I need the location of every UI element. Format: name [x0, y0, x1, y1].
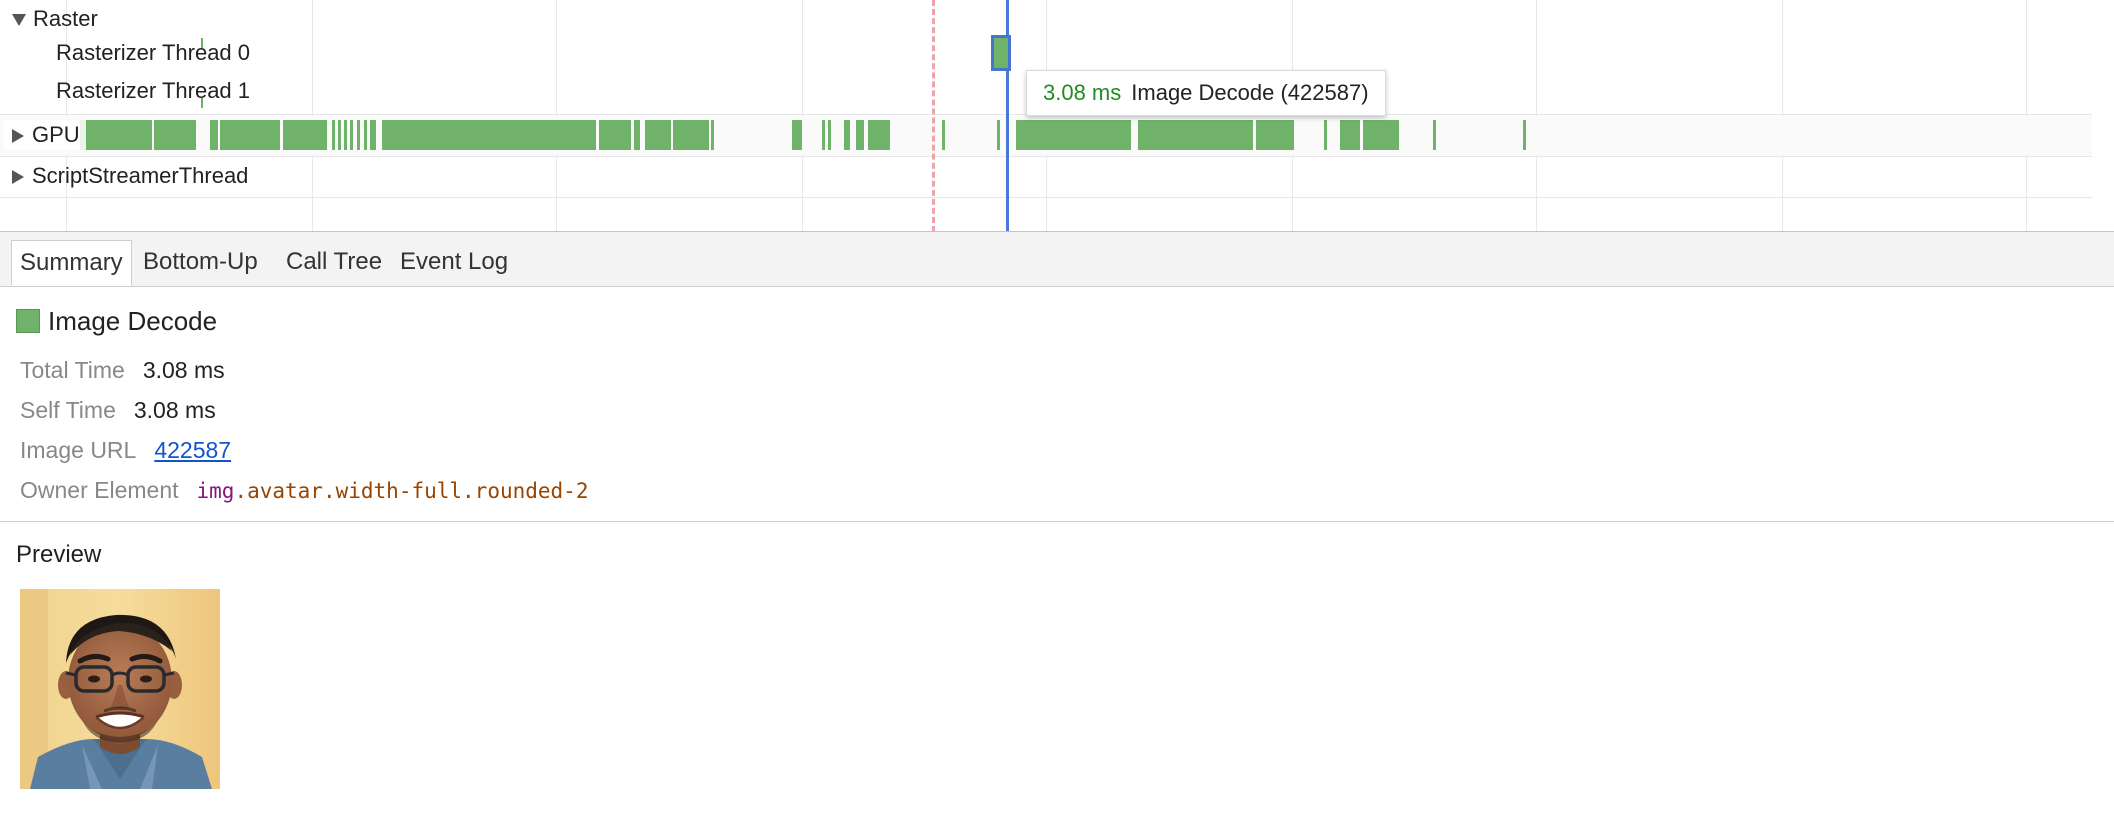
owner-element-row: Owner Element img.avatar.width-full.round… — [20, 476, 588, 505]
gpu-event[interactable] — [822, 120, 825, 150]
tab-call-tree[interactable]: Call Tree — [286, 240, 382, 286]
gpu-event[interactable] — [634, 120, 640, 150]
image-url-link[interactable]: 422587 — [154, 437, 231, 463]
gpu-event[interactable] — [844, 120, 850, 150]
track-rasterizer-thread-1[interactable]: Rasterizer Thread 1 — [56, 78, 250, 104]
gpu-event[interactable] — [856, 120, 864, 150]
track-separator — [0, 197, 2092, 198]
gpu-event[interactable] — [1324, 120, 1327, 150]
self-time-row: Self Time 3.08 ms — [20, 396, 216, 424]
gpu-event[interactable] — [828, 120, 831, 150]
gpu-event[interactable] — [364, 120, 367, 150]
gpu-event[interactable] — [673, 120, 709, 150]
track-separator — [0, 156, 2092, 157]
event-tooltip: 3.08 ms Image Decode (422587) — [1026, 70, 1386, 116]
total-time-label: Total Time — [20, 357, 125, 383]
expand-triangle-icon[interactable] — [12, 129, 24, 144]
tooltip-duration: 3.08 ms — [1043, 80, 1122, 105]
event-title: Image Decode — [48, 306, 218, 336]
gpu-event[interactable] — [599, 120, 631, 150]
image-url-row: Image URL 422587 — [20, 436, 231, 464]
gpu-event[interactable] — [1363, 120, 1399, 150]
frame-marker-line — [932, 0, 935, 231]
preview-panel: Preview — [0, 522, 2114, 816]
self-time-value: 3.08 ms — [133, 397, 216, 423]
event-marker[interactable] — [201, 98, 203, 108]
gpu-event[interactable] — [210, 120, 218, 150]
track-rasterizer-thread-0-label: Rasterizer Thread 0 — [56, 40, 251, 65]
tab-event-log[interactable]: Event Log — [400, 240, 508, 286]
gpu-event[interactable] — [868, 120, 890, 150]
gpu-event[interactable] — [382, 120, 596, 150]
owner-element-classes: .avatar.width-full.rounded-2 — [234, 479, 589, 503]
track-raster[interactable]: Raster — [12, 6, 98, 32]
details-tab-strip: Summary Bottom-Up Call Tree Event Log — [0, 232, 2114, 287]
self-time-label: Self Time — [20, 397, 116, 423]
gpu-event[interactable] — [80, 120, 152, 150]
expand-triangle-icon[interactable] — [12, 170, 24, 185]
preview-image — [20, 589, 220, 789]
gpu-event[interactable] — [792, 120, 802, 150]
gpu-event[interactable] — [338, 120, 341, 150]
gpu-event[interactable] — [283, 120, 327, 150]
gpu-event[interactable] — [645, 120, 671, 150]
gpu-event[interactable] — [1256, 120, 1294, 150]
category-color-swatch — [16, 309, 40, 333]
gpu-event[interactable] — [1340, 120, 1360, 150]
gpu-event[interactable] — [370, 120, 376, 150]
total-time-value: 3.08 ms — [142, 357, 225, 383]
gpu-event[interactable] — [1433, 120, 1436, 150]
gpu-event[interactable] — [350, 120, 353, 150]
event-marker[interactable] — [201, 38, 203, 48]
total-time-row: Total Time 3.08 ms — [20, 356, 225, 384]
gpu-event[interactable] — [711, 120, 714, 150]
selected-image-decode-event[interactable] — [991, 35, 1011, 71]
gpu-event[interactable] — [1016, 120, 1131, 150]
owner-element-value[interactable]: img.avatar.width-full.rounded-2 — [197, 479, 589, 503]
collapse-triangle-icon[interactable] — [12, 14, 26, 27]
gpu-event[interactable] — [1138, 120, 1253, 150]
track-script-streamer-label: ScriptStreamerThread — [32, 163, 249, 188]
flame-chart[interactable]: Raster Rasterizer Thread 0 Rasterizer Th… — [0, 0, 2114, 232]
tab-summary[interactable]: Summary — [11, 240, 132, 286]
gpu-event[interactable] — [1523, 120, 1526, 150]
tab-bottom-up[interactable]: Bottom-Up — [143, 240, 258, 286]
preview-title: Preview — [16, 541, 102, 568]
track-rasterizer-thread-0[interactable]: Rasterizer Thread 0 — [56, 40, 250, 66]
gpu-event[interactable] — [220, 120, 280, 150]
track-rasterizer-thread-1-label: Rasterizer Thread 1 — [56, 78, 251, 103]
track-script-streamer[interactable]: ScriptStreamerThread — [12, 163, 248, 189]
track-raster-label: Raster — [33, 6, 98, 31]
track-gpu[interactable]: GPU — [4, 120, 86, 150]
tooltip-event-name: Image Decode (422587) — [1131, 80, 1369, 105]
portrait-photo-image — [20, 589, 220, 789]
summary-panel: Image Decode Total Time 3.08 ms Self Time… — [0, 288, 2114, 522]
track-gpu-label: GPU — [32, 122, 80, 147]
gpu-event[interactable] — [154, 120, 196, 150]
gpu-event[interactable] — [997, 120, 1000, 150]
gpu-event[interactable] — [357, 120, 360, 150]
owner-element-label: Owner Element — [20, 477, 179, 503]
image-url-label: Image URL — [20, 437, 137, 463]
gpu-event[interactable] — [344, 120, 347, 150]
gpu-event[interactable] — [332, 120, 335, 150]
gpu-event[interactable] — [942, 120, 945, 150]
owner-element-tag: img — [196, 479, 235, 503]
